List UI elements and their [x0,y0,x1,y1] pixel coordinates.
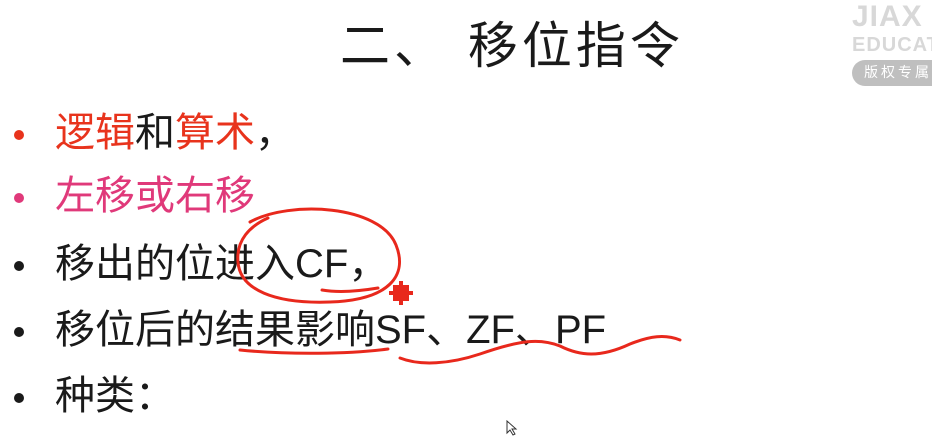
ink-underline-cf [320,286,380,293]
pen-marker-icon [389,281,413,305]
pen-annotations [236,207,682,365]
ink-wavy-flags [398,335,682,365]
ink-underline-result [238,347,390,355]
